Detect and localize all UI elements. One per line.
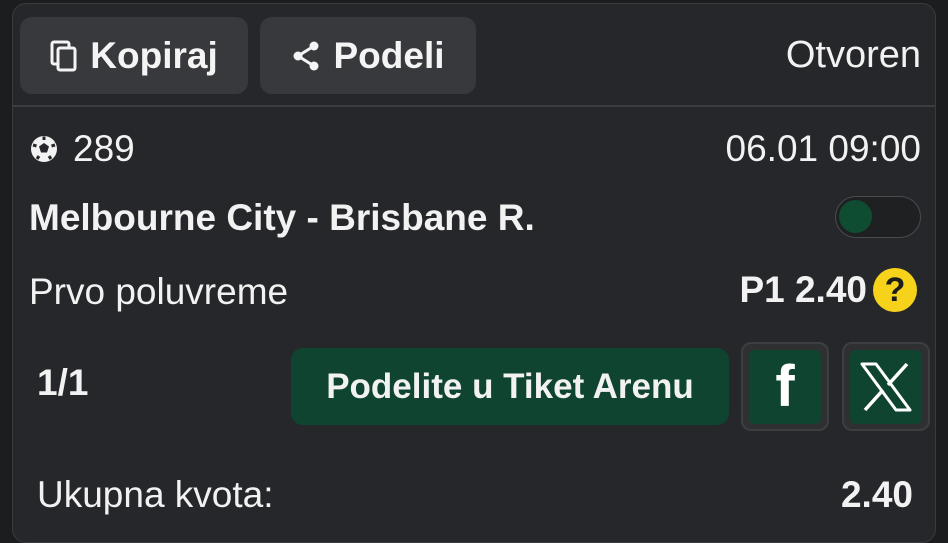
share-label: Podeli [333, 34, 445, 76]
event-toggle[interactable] [835, 196, 921, 238]
help-icon[interactable]: ? [873, 268, 917, 312]
event-code: 289 [29, 128, 135, 170]
total-odds-value: 2.40 [840, 474, 913, 515]
pick-odds: P1 2.40 ? [739, 268, 917, 312]
x-share-button[interactable] [842, 342, 930, 431]
share-icon [293, 41, 319, 70]
copy-label: Kopiraj [90, 34, 218, 76]
ticket-count: 1/1 [37, 362, 89, 403]
x-logo-icon [850, 349, 922, 424]
event-time: 06.01 09:00 [725, 128, 921, 169]
event-id-text: 289 [73, 128, 135, 169]
total-odds-label: Ukupna kvota: [37, 474, 274, 515]
match-name: Melbourne City - Brisbane R. [29, 197, 535, 238]
facebook-icon: f [749, 349, 821, 424]
copy-icon [50, 40, 77, 71]
ticket-status: Otvoren [785, 34, 921, 76]
pick-text: P1 2.40 [739, 269, 867, 310]
ticket-card: Kopiraj Podeli Otvoren 289 06.01 09:00 M… [12, 3, 936, 543]
market-name: Prvo poluvreme [29, 271, 289, 312]
toggle-knob [839, 200, 872, 233]
share-to-arena-button[interactable]: Podelite u Tiket Arenu [291, 348, 729, 425]
copy-button[interactable]: Kopiraj [20, 17, 248, 94]
facebook-share-button[interactable]: f [741, 342, 829, 431]
soccer-ball-icon [31, 136, 57, 162]
share-button[interactable]: Podeli [260, 17, 476, 94]
header-divider [13, 105, 935, 107]
